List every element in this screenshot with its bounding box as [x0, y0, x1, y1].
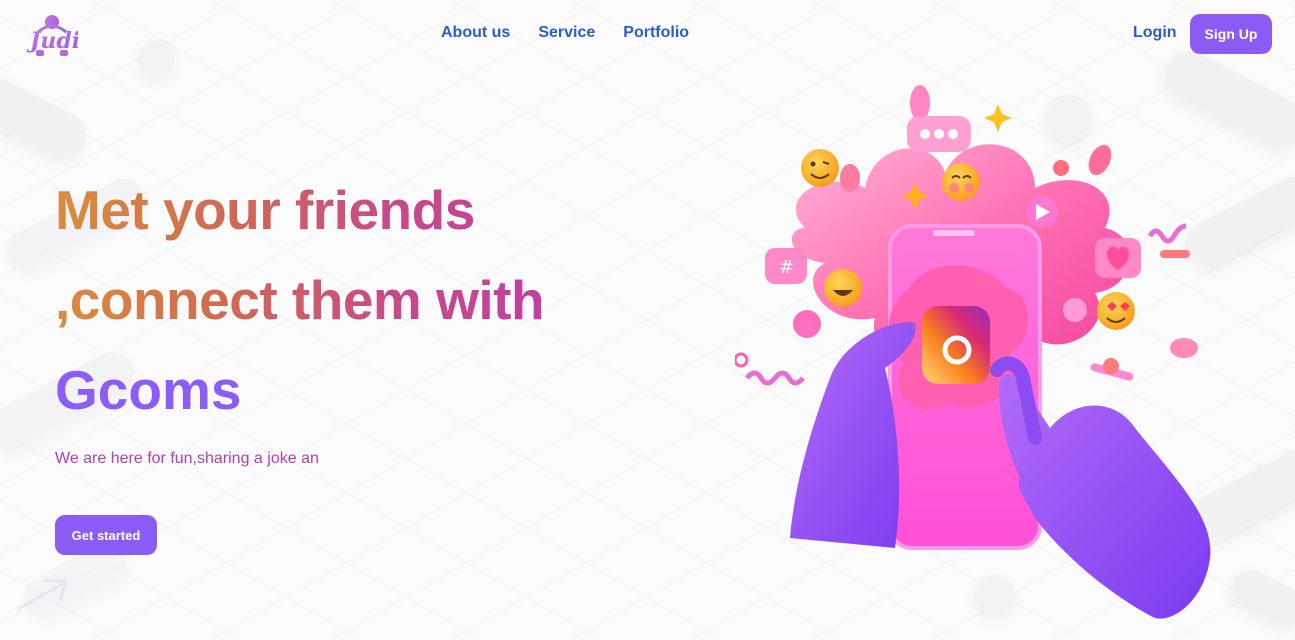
main-nav: About us Service Portfolio	[441, 24, 689, 42]
brand-logo[interactable]: Judi	[26, 12, 80, 58]
site-header: Judi About us Service Portfolio Login Si…	[0, 0, 1295, 68]
svg-text:#: #	[779, 257, 794, 278]
phone-with-hands-social-illustration: #	[733, 85, 1211, 619]
nav-about-us[interactable]: About us	[441, 24, 510, 42]
nav-service[interactable]: Service	[538, 24, 595, 42]
hero-line-2: ,connect them with	[55, 255, 545, 345]
background-arrow-icon	[17, 579, 69, 611]
hero-line-1: Met your friends	[55, 165, 544, 255]
login-link[interactable]: Login	[1133, 24, 1177, 42]
sign-up-button[interactable]: Sign Up	[1190, 14, 1272, 54]
hero-illustration: #	[733, 78, 1225, 623]
nav-portfolio[interactable]: Portfolio	[623, 24, 689, 42]
svg-text:Judi: Judi	[26, 28, 78, 54]
get-started-button[interactable]: Get started	[55, 515, 157, 555]
hero-tagline: We are here for fun,sharing a joke an	[55, 450, 319, 467]
hero-brand-word: Gcoms	[55, 359, 242, 421]
hero-heading: Met your friends ,connect them with Gcom…	[55, 165, 545, 435]
brand-logo-icon: Judi	[26, 15, 80, 56]
